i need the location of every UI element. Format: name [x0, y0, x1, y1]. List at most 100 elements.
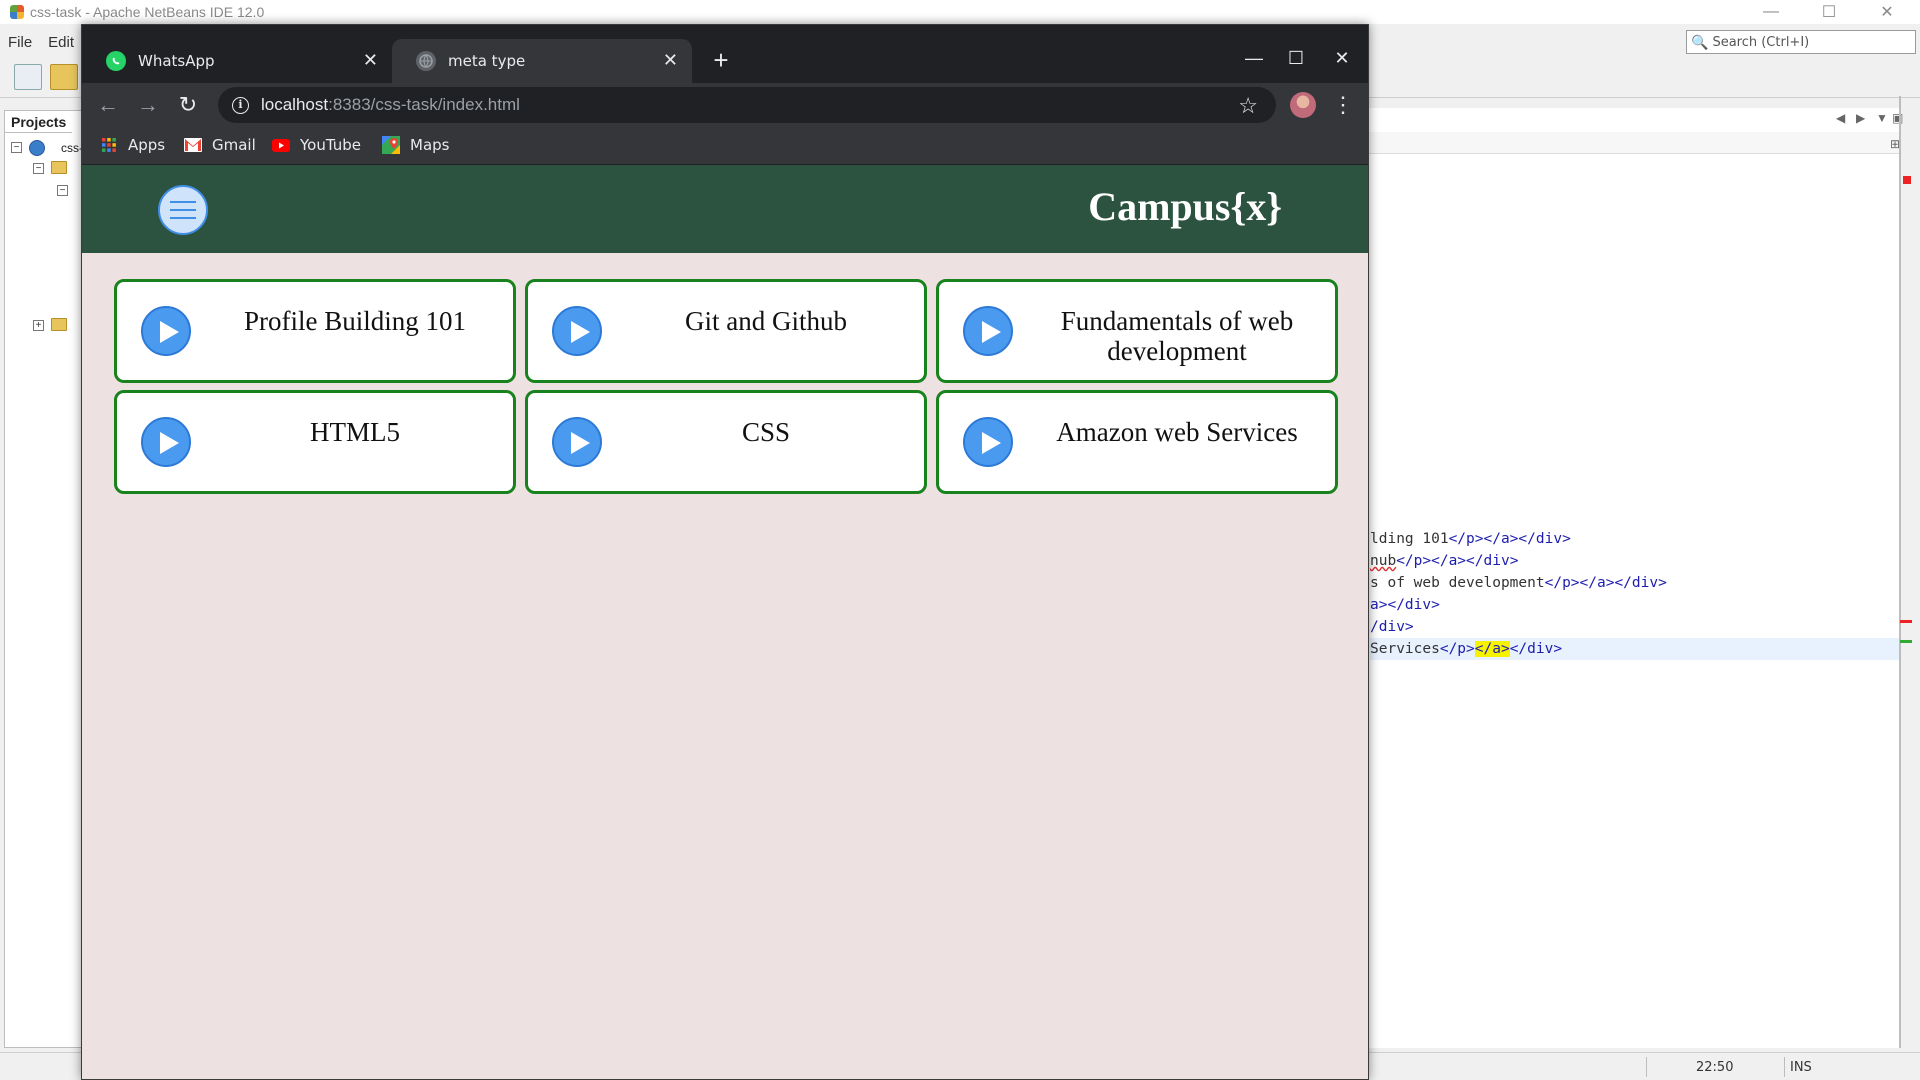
gmail-icon	[184, 136, 202, 154]
course-title: Profile Building 101	[244, 306, 466, 336]
course-card[interactable]: Amazon web Services	[936, 390, 1338, 494]
project-globe-icon	[29, 140, 45, 156]
tab-label: meta type	[448, 52, 526, 70]
bookmark-gmail[interactable]: Gmail	[184, 136, 256, 154]
url-path: :8383/css-task/index.html	[328, 95, 520, 114]
code-line: lding 101</p></a></div>	[1370, 531, 1571, 547]
play-icon[interactable]	[552, 306, 602, 356]
apps-grid-icon	[100, 136, 118, 154]
course-title: HTML5	[310, 417, 400, 447]
code-line-active: Services</p></a></div>	[1370, 638, 1900, 660]
error-marker[interactable]	[1903, 176, 1911, 184]
projects-panel: Projects − css- − − +	[4, 110, 83, 1048]
bookmark-apps[interactable]: Apps	[100, 136, 165, 154]
code-editor[interactable]: ◀ ▶ ▼ ▣ ⊞ lding 101</p></a></div> nub</p…	[1368, 108, 1903, 1048]
tab-label: WhatsApp	[138, 52, 215, 70]
error-marker[interactable]	[1900, 620, 1912, 623]
whatsapp-icon	[106, 51, 126, 71]
restore-icon[interactable]: ▣	[1892, 111, 1903, 125]
address-bar[interactable]: i localhost:8383/css-task/index.html ☆	[218, 87, 1276, 123]
url-host: localhost	[261, 95, 329, 114]
bookmark-star-icon[interactable]: ☆	[1238, 93, 1258, 119]
dropdown-icon[interactable]: ▼	[1876, 111, 1888, 125]
scroll-left-icon[interactable]: ◀	[1836, 111, 1845, 125]
netbeans-window-title: css-task - Apache NetBeans IDE 12.0	[30, 4, 265, 20]
code-line: /div>	[1370, 619, 1414, 635]
menu-edit[interactable]: Edit	[48, 34, 74, 51]
tab-meta-type[interactable]: meta type ✕	[392, 39, 692, 83]
bookmark-maps[interactable]: Maps	[382, 136, 449, 154]
course-card[interactable]: CSS	[525, 390, 927, 494]
globe-icon	[416, 51, 436, 71]
bookmarks-bar: Apps Gmail YouTube Maps	[82, 127, 1368, 165]
scroll-right-icon[interactable]: ▶	[1856, 111, 1865, 125]
forward-icon[interactable]: →	[134, 91, 162, 119]
play-icon[interactable]	[552, 417, 602, 467]
editor-header	[1368, 132, 1900, 154]
chrome-toolbar: ← → ↻ i localhost:8383/css-task/index.ht…	[82, 83, 1368, 127]
close-icon[interactable]: ✕	[1858, 0, 1916, 24]
status-separator	[1784, 1057, 1785, 1077]
tree-collapse-icon[interactable]: −	[33, 163, 44, 174]
maximize-icon[interactable]: ☐	[1800, 0, 1858, 24]
folder-icon	[51, 161, 67, 174]
play-icon[interactable]	[963, 417, 1013, 467]
status-separator	[1646, 1057, 1647, 1077]
reload-icon[interactable]: ↻	[174, 91, 202, 119]
course-card[interactable]: Fundamentals of web development	[936, 279, 1338, 383]
web-page: Campus{x} Profile Building 101 Git and G…	[82, 165, 1368, 1079]
netbeans-search-input[interactable]: 🔍 Search (Ctrl+I)	[1686, 30, 1916, 54]
tree-collapse-icon[interactable]: −	[11, 142, 22, 153]
tree-expand-icon[interactable]: +	[33, 320, 44, 331]
profile-avatar[interactable]	[1290, 92, 1316, 118]
caret-position: 22:50	[1696, 1060, 1734, 1075]
course-title: Fundamentals of web development	[1060, 306, 1294, 366]
menu-file[interactable]: File	[8, 34, 32, 51]
play-icon[interactable]	[963, 306, 1013, 356]
netbeans-logo-icon	[10, 5, 24, 19]
youtube-icon	[272, 136, 290, 154]
minimize-icon[interactable]: —	[1742, 0, 1800, 24]
site-brand[interactable]: Campus{x}	[1088, 183, 1282, 230]
project-root-label[interactable]: css-	[61, 141, 83, 155]
new-project-icon[interactable]	[50, 64, 78, 90]
course-title: Amazon web Services	[1056, 417, 1298, 447]
tab-strip: WhatsApp ✕ meta type ✕ + — ☐ ✕	[82, 25, 1368, 83]
folder-icon	[51, 318, 67, 331]
course-title: Git and Github	[685, 306, 847, 336]
new-tab-icon[interactable]: +	[706, 45, 736, 75]
course-card[interactable]: HTML5	[114, 390, 516, 494]
site-header: Campus{x}	[82, 165, 1368, 253]
code-line: nub</p></a></div>	[1370, 553, 1519, 569]
netbeans-titlebar: css-task - Apache NetBeans IDE 12.0 — ☐ …	[0, 0, 1920, 24]
bookmark-label: Apps	[128, 136, 166, 154]
netbeans-menubar: File Edit	[0, 30, 82, 54]
bookmark-label: Gmail	[212, 136, 256, 154]
play-icon[interactable]	[141, 417, 191, 467]
course-card[interactable]: Profile Building 101	[114, 279, 516, 383]
course-card[interactable]: Git and Github	[525, 279, 927, 383]
editor-border	[1899, 96, 1901, 1048]
code-line: a></div>	[1370, 597, 1440, 613]
insert-mode: INS	[1790, 1060, 1812, 1075]
tree-collapse-icon[interactable]: −	[57, 185, 68, 196]
change-marker[interactable]	[1900, 640, 1912, 643]
course-title: CSS	[741, 417, 791, 447]
play-icon[interactable]	[141, 306, 191, 356]
info-icon[interactable]: i	[232, 96, 249, 114]
bookmark-label: Maps	[410, 136, 450, 154]
close-tab-icon[interactable]: ✕	[663, 50, 678, 71]
more-menu-icon[interactable]: ⋮	[1332, 91, 1354, 119]
back-icon[interactable]: ←	[94, 91, 122, 119]
bookmark-youtube[interactable]: YouTube	[272, 136, 361, 154]
tab-whatsapp[interactable]: WhatsApp ✕	[82, 39, 392, 83]
new-file-icon[interactable]	[14, 64, 42, 90]
search-placeholder: Search (Ctrl+I)	[1712, 34, 1810, 50]
projects-tab[interactable]: Projects	[5, 111, 73, 133]
bookmark-label: YouTube	[300, 136, 361, 154]
search-icon: 🔍	[1691, 33, 1709, 50]
close-icon[interactable]: ✕	[1314, 43, 1368, 73]
close-tab-icon[interactable]: ✕	[363, 50, 378, 71]
hamburger-menu-icon[interactable]	[158, 185, 208, 235]
code-line: s of web development</p></a></div>	[1370, 575, 1667, 591]
